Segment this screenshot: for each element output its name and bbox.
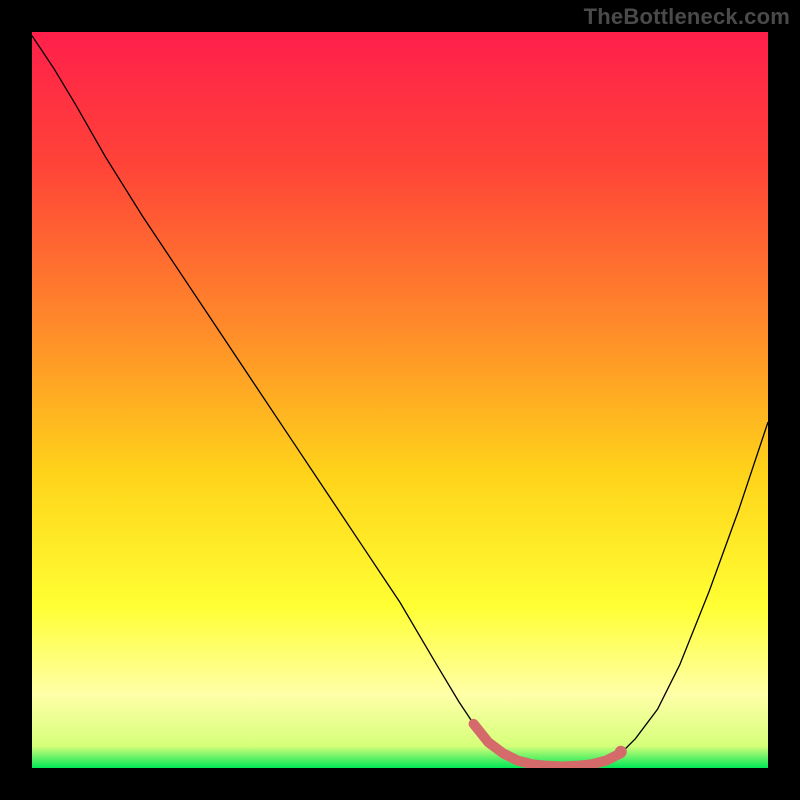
optimal-point-marker (615, 746, 627, 758)
chart-frame: TheBottleneck.com (0, 0, 800, 800)
attribution-text: TheBottleneck.com (584, 4, 790, 30)
gradient-background (32, 32, 768, 768)
bottleneck-chart (32, 32, 768, 768)
